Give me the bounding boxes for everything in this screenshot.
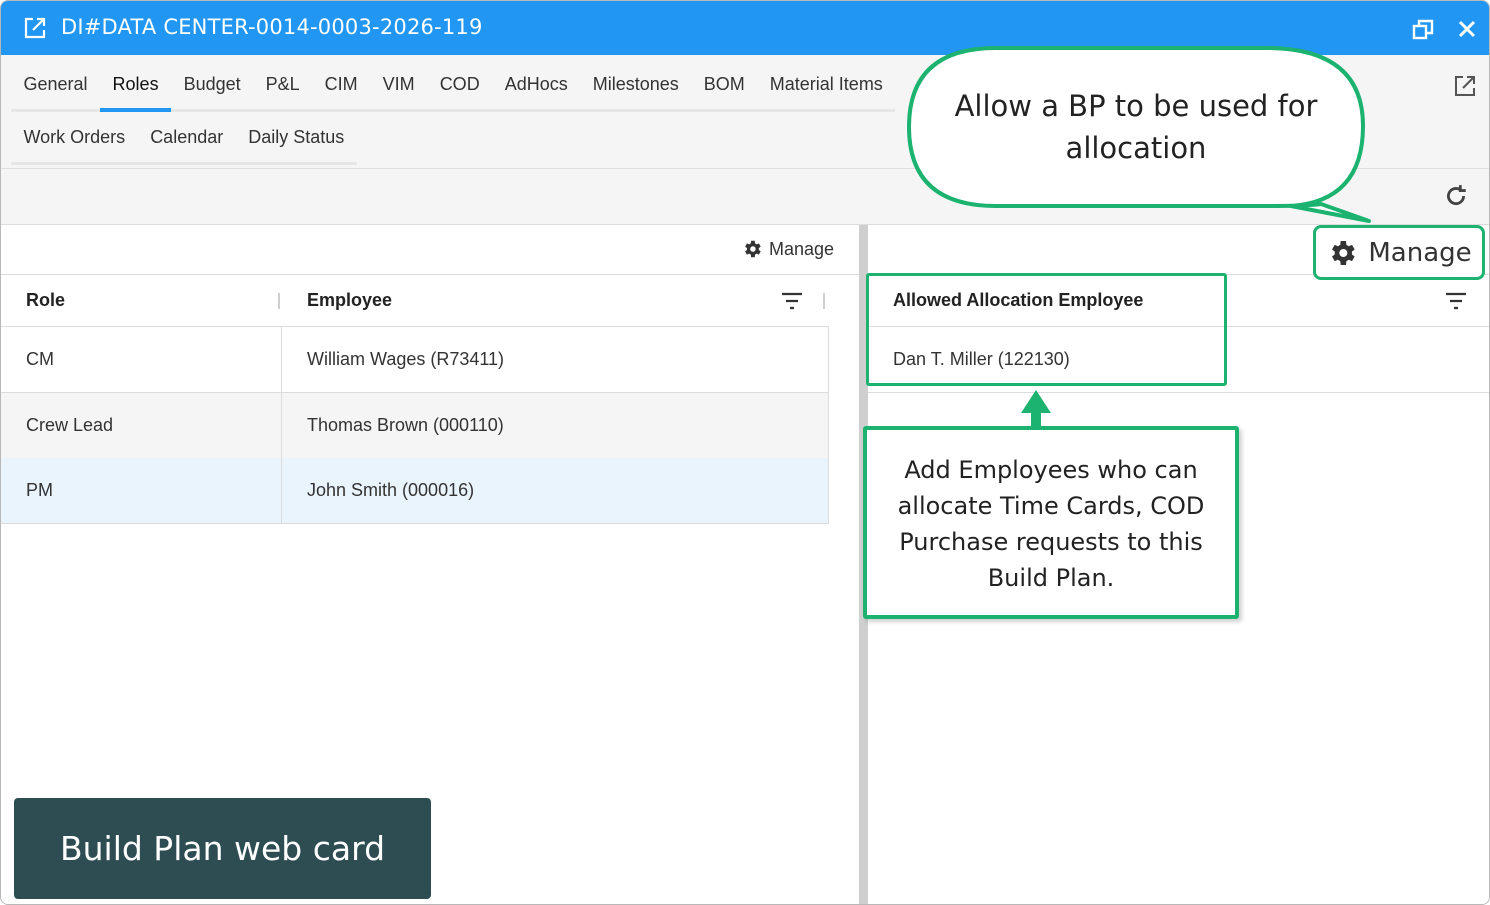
roles-grid-header: Role Employee [1,275,829,327]
allocation-manage-button[interactable]: Manage [1313,225,1485,280]
tab-row-2: Work Orders Calendar Daily Status [11,112,357,165]
cell-divider [828,458,829,523]
caption-label: Build Plan web card [14,798,431,899]
table-row[interactable]: CM William Wages (R73411) [1,327,829,393]
gear-icon [745,240,761,258]
cell-divider [281,327,282,392]
cell-employee: Thomas Brown (000110) [307,415,504,435]
column-header-role[interactable]: Role [26,290,65,311]
tab-pl[interactable]: P&L [253,59,312,109]
cell-role: Crew Lead [26,415,114,435]
tab-cim[interactable]: CIM [312,59,370,109]
speech-bubble-text: Allow a BP to be used for allocation [954,89,1318,165]
restore-window-icon[interactable] [1411,17,1435,41]
tab-row-1: General Roles Budget P&L CIM VIM COD AdH… [11,59,896,112]
allocation-manage-label: Manage [1368,237,1472,268]
tab-adhocs[interactable]: AdHocs [492,59,580,109]
tab-roles[interactable]: Roles [100,59,172,112]
roles-pane-header: Manage [1,225,859,275]
cell-divider [828,393,829,458]
tab-work-orders[interactable]: Work Orders [11,112,138,162]
window-title: DI#DATA CENTER-0014-0003-2026-119 [61,15,483,39]
gear-icon [1332,240,1356,265]
tab-bom[interactable]: BOM [691,59,757,109]
cell-employee: John Smith (000016) [307,480,475,500]
build-plan-window: DI#DATA CENTER-0014-0003-2026-119 Genera… [0,0,1490,905]
tab-cod[interactable]: COD [427,59,492,109]
cell-employee: William Wages (R73411) [307,349,505,369]
tab-calendar[interactable]: Calendar [138,112,236,162]
column-resizer[interactable] [278,293,280,309]
cell-role: CM [26,349,54,369]
cell-divider [281,393,282,458]
filter-icon[interactable] [1444,291,1468,311]
roles-manage-button[interactable]: Manage [741,238,834,260]
tab-general[interactable]: General [11,59,100,109]
tab-vim[interactable]: VIM [370,59,427,109]
table-row[interactable]: Crew Lead Thomas Brown (000110) [1,393,829,459]
cell-divider [828,327,829,392]
refresh-icon[interactable] [1443,183,1469,209]
column-resizer[interactable] [823,293,825,309]
filter-icon[interactable] [780,291,804,311]
external-link-icon[interactable] [23,16,47,40]
callout-text: Add Employees who can allocate Time Card… [897,456,1205,592]
close-icon[interactable] [1455,17,1479,41]
tab-material-items[interactable]: Material Items [757,59,895,109]
cell-divider [281,458,282,523]
tab-budget[interactable]: Budget [171,59,253,109]
arrow-up-icon [1021,390,1051,428]
table-row-selected[interactable]: PM John Smith (000016) [1,458,829,524]
tab-milestones[interactable]: Milestones [580,59,691,109]
highlight-allocation-column [866,273,1227,386]
popout-icon[interactable] [1453,74,1477,98]
roles-manage-label: Manage [769,238,835,259]
column-header-employee[interactable]: Employee [307,290,392,311]
cell-role: PM [26,480,53,500]
tab-daily-status[interactable]: Daily Status [236,112,357,162]
